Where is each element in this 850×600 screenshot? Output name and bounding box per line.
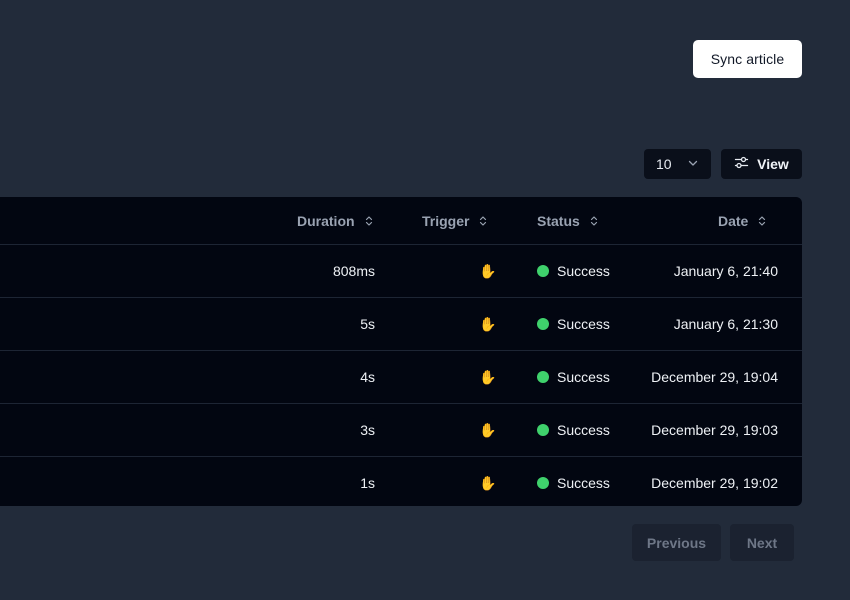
- status-label: Success: [557, 422, 610, 438]
- duration-cell: 1s: [360, 475, 375, 491]
- manual-trigger-icon: ✋: [479, 474, 497, 491]
- duration-cell: 4s: [360, 369, 375, 385]
- status-dot: [537, 265, 549, 277]
- status-dot: [537, 371, 549, 383]
- date-cell: January 6, 21:30: [673, 316, 778, 332]
- date-cell: December 29, 19:03: [651, 422, 778, 438]
- status-label: Success: [557, 263, 610, 279]
- page: Sync article 10 View Duration Trigger St…: [0, 0, 850, 600]
- sort-icon: [759, 215, 766, 226]
- column-label: Duration: [297, 212, 355, 229]
- column-label: Date: [718, 212, 749, 229]
- status-dot: [537, 424, 549, 436]
- view-options-button[interactable]: View: [721, 149, 802, 179]
- table-row[interactable]: 3s ✋ Success December 29, 19:03: [0, 404, 802, 457]
- column-label: Status: [537, 212, 580, 229]
- column-header-duration[interactable]: Duration: [297, 197, 374, 244]
- table-row[interactable]: 1s ✋ Success December 29, 19:02: [0, 457, 802, 506]
- status-cell: Success: [537, 404, 610, 456]
- status-label: Success: [557, 316, 610, 332]
- manual-trigger-icon: ✋: [479, 315, 497, 332]
- status-dot: [537, 318, 549, 330]
- column-header-trigger[interactable]: Trigger: [422, 197, 488, 244]
- column-label: Trigger: [422, 212, 470, 229]
- date-cell: January 6, 21:40: [673, 263, 778, 279]
- status-label: Success: [557, 475, 610, 491]
- view-button-label: View: [757, 156, 789, 172]
- sliders-icon: [734, 155, 749, 173]
- next-page-button[interactable]: Next: [730, 524, 794, 561]
- manual-trigger-icon: ✋: [479, 368, 497, 385]
- status-cell: Success: [537, 245, 610, 297]
- duration-cell: 808ms: [332, 263, 375, 279]
- column-header-date[interactable]: Date: [718, 197, 767, 244]
- runs-table: Duration Trigger Status Date 808ms ✋ Suc…: [0, 197, 802, 506]
- date-cell: December 29, 19:02: [651, 475, 778, 491]
- previous-page-button[interactable]: Previous: [632, 524, 721, 561]
- table-header: Duration Trigger Status Date: [0, 197, 802, 245]
- manual-trigger-icon: ✋: [479, 262, 497, 279]
- status-dot: [537, 477, 549, 489]
- column-header-status[interactable]: Status: [537, 197, 599, 244]
- rows-per-page-value: 10: [656, 156, 672, 172]
- status-label: Success: [557, 369, 610, 385]
- duration-cell: 5s: [360, 316, 375, 332]
- table-row[interactable]: 808ms ✋ Success January 6, 21:40: [0, 245, 802, 298]
- table-row[interactable]: 5s ✋ Success January 6, 21:30: [0, 298, 802, 351]
- sort-icon: [480, 215, 487, 226]
- sync-article-button[interactable]: Sync article: [693, 40, 802, 78]
- date-cell: December 29, 19:04: [651, 369, 778, 385]
- chevron-down-icon: [687, 156, 699, 172]
- rows-per-page-select[interactable]: 10: [644, 149, 711, 179]
- table-row[interactable]: 4s ✋ Success December 29, 19:04: [0, 351, 802, 404]
- status-cell: Success: [537, 351, 610, 403]
- sort-icon: [365, 215, 372, 226]
- manual-trigger-icon: ✋: [479, 421, 497, 438]
- duration-cell: 3s: [360, 422, 375, 438]
- sort-icon: [590, 215, 597, 226]
- status-cell: Success: [537, 457, 610, 506]
- status-cell: Success: [537, 298, 610, 350]
